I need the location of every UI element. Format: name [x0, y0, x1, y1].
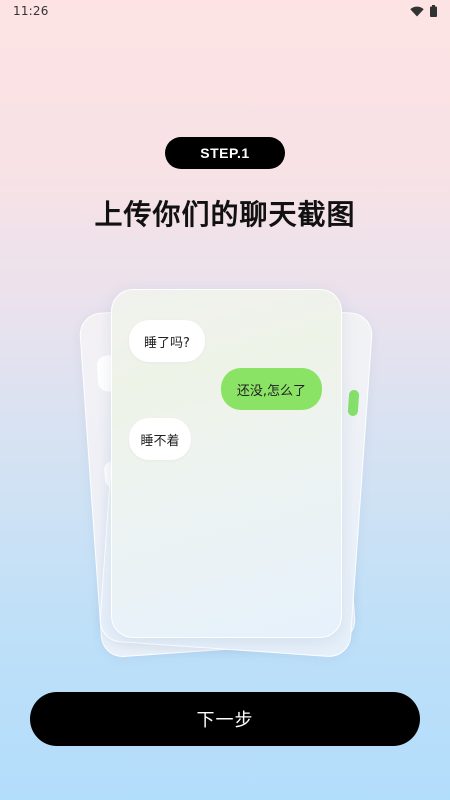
status-time: 11:26	[13, 4, 49, 18]
chat-bubble-outgoing: 还没,怎么了	[221, 368, 322, 410]
back-card-left	[78, 296, 357, 659]
back-card-right	[98, 296, 374, 659]
chat-bubble-incoming: 睡不着	[129, 418, 191, 460]
chat-screenshot-illustration: 睡了吗? 还没,怎么了 睡不着	[0, 0, 450, 800]
front-chat-card: 睡了吗? 还没,怎么了 睡不着	[111, 289, 342, 638]
status-icons	[410, 5, 437, 17]
wifi-icon	[410, 6, 424, 17]
page-title: 上传你们的聊天截图	[94, 198, 356, 231]
chat-bubble-incoming: 睡了吗?	[129, 320, 205, 362]
status-bar: 11:26	[0, 0, 450, 22]
battery-icon	[430, 5, 437, 17]
next-step-button[interactable]: 下一步	[30, 692, 420, 746]
step-badge: STEP.1	[165, 137, 285, 169]
